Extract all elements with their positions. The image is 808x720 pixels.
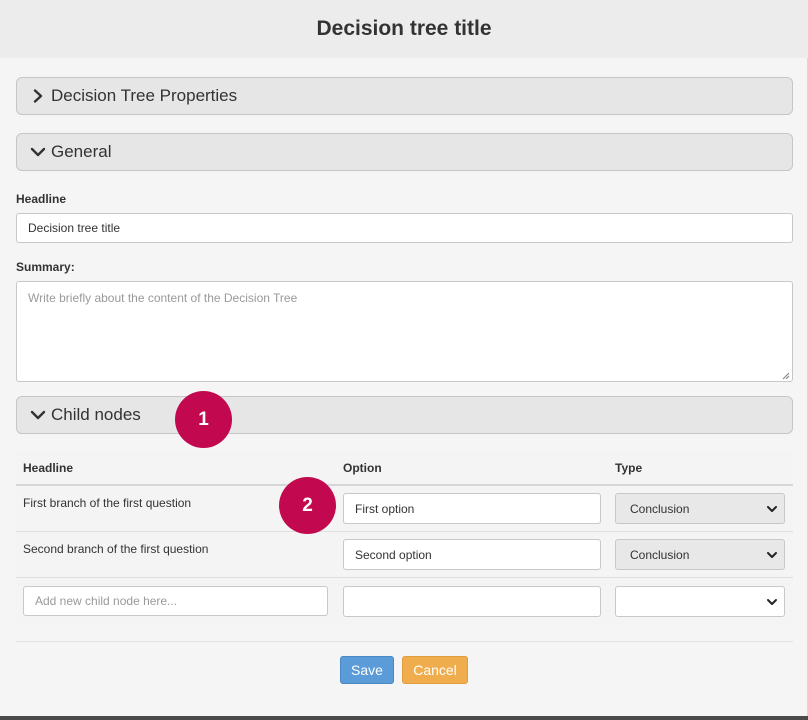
- footer-divider: [16, 641, 793, 642]
- type-select[interactable]: Conclusion: [615, 493, 785, 524]
- column-header-option: Option: [343, 461, 382, 475]
- cancel-button[interactable]: Cancel: [402, 656, 468, 684]
- caret-down-icon: [766, 596, 778, 608]
- row-headline: First branch of the first question: [23, 496, 192, 510]
- summary-label: Summary:: [16, 260, 75, 274]
- panel-label: General: [51, 142, 112, 161]
- new-child-node-placeholder: Add new child node here...: [35, 594, 178, 608]
- row-divider: [16, 577, 793, 578]
- summary-textarea[interactable]: Write briefly about the content of the D…: [16, 281, 793, 382]
- panel-label: Decision Tree Properties: [51, 86, 238, 105]
- column-header-type: Type: [615, 461, 643, 475]
- resize-grip-icon[interactable]: [780, 369, 790, 380]
- child-nodes-table: Headline Option Type First branch of the…: [16, 451, 793, 624]
- headline-input[interactable]: Decision tree title: [16, 213, 793, 243]
- type-select-value: Conclusion: [630, 501, 690, 516]
- dialog-title: Decision tree title: [316, 17, 492, 40]
- chevron-down-icon: [29, 406, 47, 424]
- caret-down-icon: [766, 503, 778, 515]
- new-child-node-input[interactable]: Add new child node here...: [23, 586, 328, 616]
- callout-badge-1: 1: [175, 391, 232, 448]
- panel-decision-tree-properties[interactable]: Decision Tree Properties: [16, 77, 793, 115]
- new-type-select[interactable]: [615, 586, 785, 617]
- decision-tree-dialog: Decision tree title Decision Tree Proper…: [0, 0, 808, 716]
- headline-label: Headline: [16, 192, 67, 206]
- callout-badge-2: 2: [279, 477, 336, 534]
- summary-placeholder: Write briefly about the content of the D…: [28, 291, 298, 305]
- option-input-value: Second option: [355, 547, 432, 562]
- row-divider: [16, 531, 793, 532]
- type-select-value: Conclusion: [630, 547, 690, 562]
- option-input-value: First option: [355, 501, 415, 516]
- new-option-input[interactable]: [343, 586, 601, 617]
- dialog-header: Decision tree title: [0, 0, 808, 58]
- headline-input-value: Decision tree title: [28, 221, 121, 235]
- background-strip: [0, 716, 808, 720]
- panel-general[interactable]: General: [16, 133, 793, 171]
- header-divider: [16, 484, 793, 486]
- chevron-right-icon: [29, 87, 47, 105]
- type-select[interactable]: Conclusion: [615, 539, 785, 570]
- column-header-headline: Headline: [23, 461, 74, 475]
- panel-child-nodes[interactable]: Child nodes: [16, 396, 793, 434]
- panel-label: Child nodes: [51, 405, 141, 424]
- caret-down-icon: [766, 549, 778, 561]
- option-input[interactable]: Second option: [343, 539, 601, 570]
- row-headline: Second branch of the first question: [23, 542, 209, 556]
- save-button[interactable]: Save: [340, 656, 394, 684]
- option-input[interactable]: First option: [343, 493, 601, 524]
- chevron-down-icon: [29, 143, 47, 161]
